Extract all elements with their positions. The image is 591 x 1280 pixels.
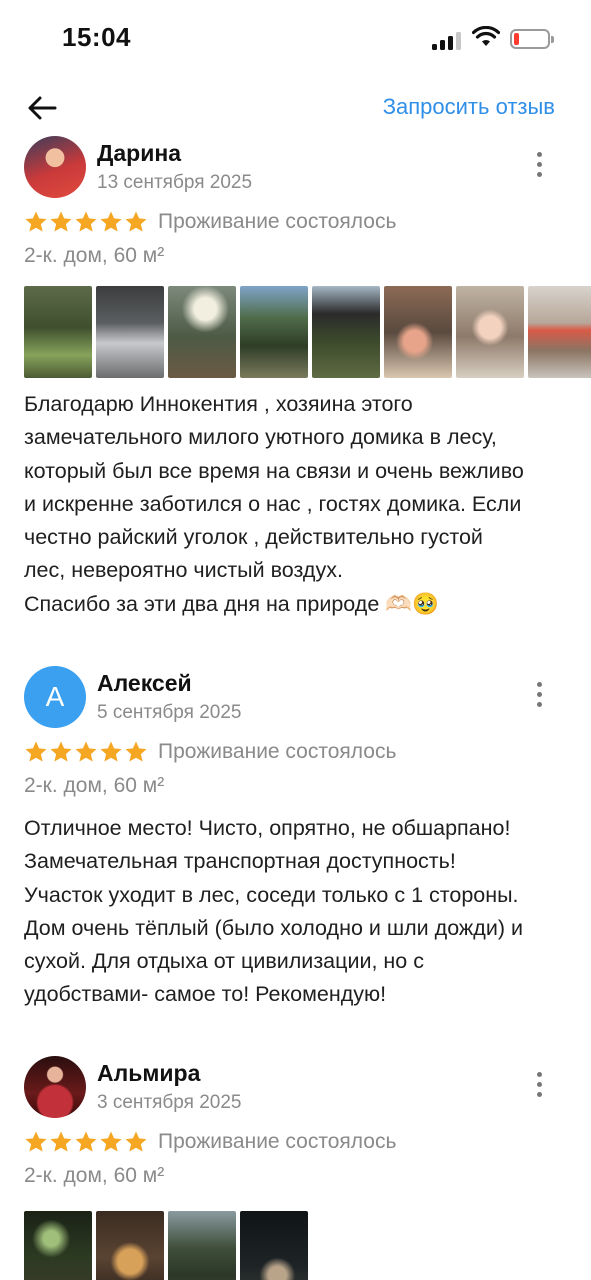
review-text: Благодарю Иннокентия , хозяина этого зам…	[24, 392, 524, 616]
review-text: Отличное место! Чисто, опрятно, не обшар…	[24, 816, 523, 1007]
review-photo[interactable]	[96, 1211, 164, 1280]
status-bar: 15:04	[0, 0, 591, 80]
star-icon	[50, 1131, 72, 1152]
star-icon	[125, 211, 147, 232]
review-date: 13 сентября 2025	[97, 172, 253, 193]
review-author: Алексей	[97, 670, 192, 696]
rating-row: Проживание состоялось	[24, 738, 396, 766]
review-photo[interactable]	[96, 286, 164, 378]
star-icon	[50, 741, 72, 762]
listing-info: 2-к. дом, 60 м²	[24, 1164, 165, 1187]
star-icon	[100, 741, 122, 762]
listing-info: 2-к. дом, 60 м²	[24, 244, 165, 267]
star-icon	[25, 741, 47, 762]
avatar[interactable]: А	[24, 666, 86, 728]
status-time: 15:04	[62, 22, 131, 52]
battery-icon	[510, 29, 554, 49]
more-options-button[interactable]	[528, 150, 552, 180]
review-author: Дарина	[97, 140, 182, 166]
stay-status: Проживание состоялось	[158, 740, 397, 763]
review-date: 3 сентября 2025	[97, 1092, 242, 1113]
more-options-button[interactable]	[528, 680, 552, 710]
star-icon	[25, 1131, 47, 1152]
signal-icon	[432, 30, 462, 50]
header: Запросить отзыв	[0, 80, 591, 134]
back-button[interactable]	[22, 88, 62, 128]
rating-row: Проживание состоялось	[24, 1128, 396, 1156]
review-photo[interactable]	[312, 286, 380, 378]
review-photo[interactable]	[384, 286, 452, 378]
review-photo[interactable]	[24, 1211, 92, 1280]
avatar[interactable]	[24, 1056, 86, 1118]
wifi-icon	[471, 25, 501, 48]
review-author: Альмира	[97, 1060, 201, 1086]
review-photo[interactable]	[528, 286, 591, 378]
star-icon	[75, 211, 97, 232]
more-options-button[interactable]	[528, 1070, 552, 1100]
star-icon	[100, 211, 122, 232]
star-icon	[100, 1131, 122, 1152]
photo-strip	[24, 286, 591, 378]
listing-info: 2-к. дом, 60 м²	[24, 774, 165, 797]
rating-row: Проживание состоялось	[24, 208, 396, 236]
avatar[interactable]	[24, 136, 86, 198]
stay-status: Проживание состоялось	[158, 1130, 397, 1153]
review-photo[interactable]	[240, 1211, 308, 1280]
star-icon	[25, 211, 47, 232]
star-icon	[75, 741, 97, 762]
review-photo[interactable]	[168, 1211, 236, 1280]
star-icon	[125, 1131, 147, 1152]
star-icon	[50, 211, 72, 232]
review-photo[interactable]	[24, 286, 92, 378]
photo-strip	[24, 1211, 591, 1280]
review-photo[interactable]	[240, 286, 308, 378]
review-photo[interactable]	[456, 286, 524, 378]
star-icon	[125, 741, 147, 762]
star-icon	[75, 1131, 97, 1152]
review-photo[interactable]	[168, 286, 236, 378]
review-date: 5 сентября 2025	[97, 702, 242, 723]
request-review-link[interactable]: Запросить отзыв	[383, 94, 555, 120]
back-arrow-icon	[28, 96, 57, 120]
stay-status: Проживание состоялось	[158, 210, 397, 233]
